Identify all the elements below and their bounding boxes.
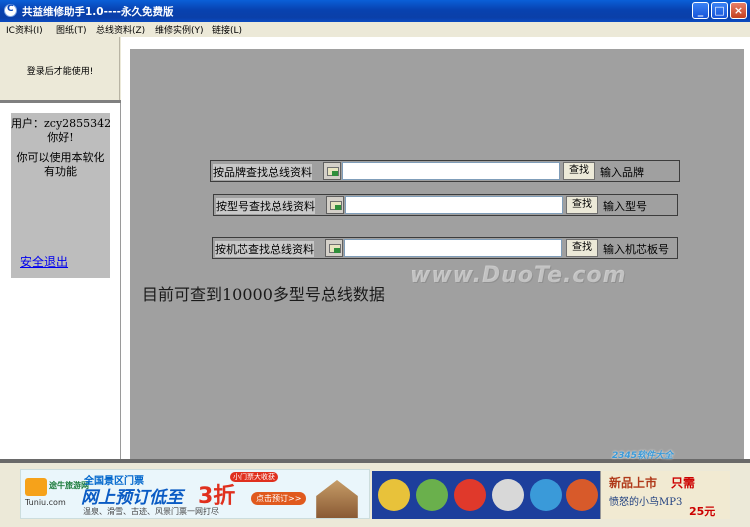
user-greeting: 你好! — [47, 131, 74, 144]
tuniu-ad-banner[interactable]: 途牛旅游网 Tuniu.com 全国景区门票 网上预订低至 3折 小门票大收获 … — [20, 469, 370, 519]
title-bar: 共益维修助手1.0----永久免费版 _ □ × — [0, 0, 750, 22]
pick-icon[interactable] — [323, 162, 341, 180]
data-count-text: 目前可查到10000多型号总线数据 — [142, 285, 385, 304]
hint-brand: 输入品牌 — [600, 166, 644, 179]
tuniu-logo — [25, 478, 47, 496]
mp3-ad-new-product: 新品上市 — [609, 476, 658, 490]
mp3-ad-product-name: 愤怒的小鸟MP3 — [609, 497, 683, 508]
maximize-button[interactable]: □ — [711, 2, 728, 19]
close-button[interactable]: × — [730, 2, 747, 19]
bird-icon — [378, 479, 410, 511]
tuniu-tag: 小门票大收获 — [230, 472, 278, 482]
menu-bus-data[interactable]: 总线资料(Z) — [96, 23, 145, 36]
pick-icon[interactable] — [325, 239, 343, 257]
menu-links[interactable]: 链接(L) — [212, 23, 242, 36]
angry-birds-ad-image[interactable] — [372, 471, 600, 519]
pagoda-image — [316, 480, 358, 518]
bird-icon — [530, 479, 562, 511]
chassis-input[interactable] — [344, 239, 562, 257]
find-model-button[interactable]: 查找 — [566, 196, 598, 214]
search-label-chassis: 按机芯查找总线资料 — [215, 241, 314, 257]
pick-icon[interactable] — [326, 196, 344, 214]
mp3-ad-banner[interactable]: 新品上市 只需 愤怒的小鸟MP3 25元 — [600, 471, 730, 519]
permission-line-2: 有功能 — [44, 165, 77, 178]
menu-drawings[interactable]: 图纸(T) — [56, 23, 87, 36]
tuniu-book-button[interactable]: 点击预订>> — [251, 492, 307, 505]
hint-chassis: 输入机芯板号 — [603, 243, 669, 256]
search-panel: 按品牌查找总线资料 查找 输入品牌 按型号查找总线资料 查找 输入型号 按机芯查… — [130, 49, 744, 459]
login-note: 登录后才能使用! — [26, 67, 94, 77]
mp3-ad-price-label: 只需 — [671, 476, 696, 490]
bird-icon — [566, 479, 598, 511]
ad-bar: 途牛旅游网 Tuniu.com 全国景区门票 网上预订低至 3折 小门票大收获 … — [0, 463, 750, 527]
find-chassis-button[interactable]: 查找 — [566, 239, 598, 257]
menu-repair-cases[interactable]: 维修实例(Y) — [155, 23, 204, 36]
brand-input[interactable] — [342, 162, 560, 180]
menu-ic[interactable]: IC资料(I) — [6, 23, 43, 36]
mp3-ad-price: 25元 — [689, 505, 716, 518]
find-brand-button[interactable]: 查找 — [563, 162, 595, 180]
hint-model: 输入型号 — [603, 200, 647, 213]
user-info-box: 用户：zcy2855342 你好! 你可以使用本软化 有功能 安全退出 — [11, 113, 110, 278]
minimize-button[interactable]: _ — [692, 2, 709, 19]
search-label-model: 按型号查找总线资料 — [216, 198, 315, 214]
model-input[interactable] — [345, 196, 563, 214]
search-row-brand: 按品牌查找总线资料 查找 输入品牌 — [210, 160, 680, 182]
tuniu-main-text: 网上预订低至 — [81, 488, 183, 508]
logout-link[interactable]: 安全退出 — [20, 253, 68, 270]
app-icon — [4, 4, 17, 17]
user-panel: 用户：zcy2855342 你好! 你可以使用本软化 有功能 安全退出 — [0, 103, 121, 459]
menu-bar: IC资料(I) 图纸(T) 总线资料(Z) 维修实例(Y) 链接(L) — [0, 22, 750, 37]
watermark: www.DuoTe.com — [410, 263, 627, 288]
search-row-chassis: 按机芯查找总线资料 查找 输入机芯板号 — [212, 237, 678, 259]
main-area: 按品牌查找总线资料 查找 输入品牌 按型号查找总线资料 查找 输入型号 按机芯查… — [121, 37, 750, 459]
bird-icon — [492, 479, 524, 511]
search-label-brand: 按品牌查找总线资料 — [213, 164, 312, 180]
window-title: 共益维修助手1.0----永久免费版 — [22, 6, 174, 18]
login-area: 登录后才能使用! — [0, 37, 120, 100]
bird-icon — [454, 479, 486, 511]
tuniu-subtext: 温泉、滑雪、古迹、风景门票一网打尽 — [83, 507, 219, 516]
tuniu-logo-url: Tuniu.com — [25, 498, 66, 507]
site-watermark: 2345软件大全 — [612, 451, 674, 461]
bird-icon — [416, 479, 448, 511]
search-row-model: 按型号查找总线资料 查找 输入型号 — [213, 194, 678, 216]
